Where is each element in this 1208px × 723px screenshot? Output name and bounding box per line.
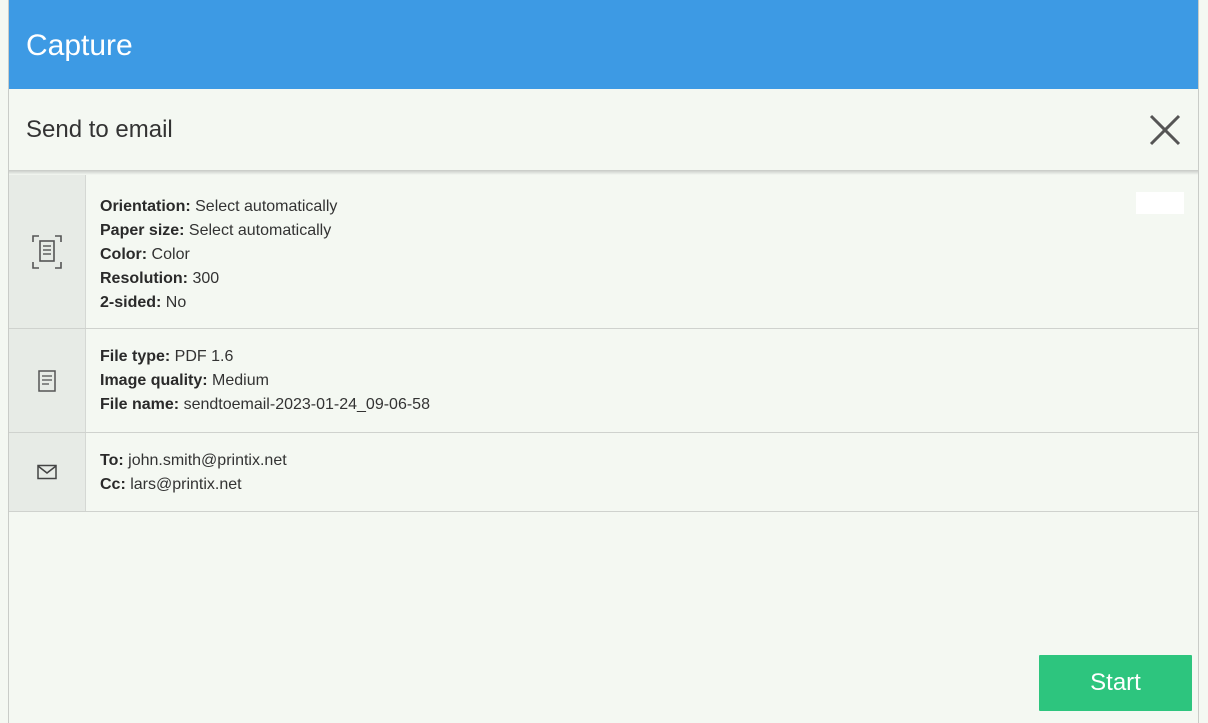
paper-size-label: Paper size: <box>100 222 185 239</box>
color-value: Color <box>147 246 190 263</box>
scan-settings-row[interactable]: Orientation: Select automatically Paper … <box>9 175 1198 329</box>
file-settings-text: File type: PDF 1.6 Image quality: Medium… <box>86 329 430 432</box>
dialog-header: Send to email <box>9 89 1198 170</box>
two-sided-line: 2-sided: No <box>100 291 337 315</box>
image-quality-label: Image quality: <box>100 372 208 389</box>
dialog-title: Send to email <box>26 116 173 143</box>
file-name-line: File name: sendtoemail-2023-01-24_09-06-… <box>100 393 430 417</box>
image-quality-line: Image quality: Medium <box>100 369 430 393</box>
cc-label: Cc: <box>100 476 126 493</box>
file-type-line: File type: PDF 1.6 <box>100 345 430 369</box>
app-title: Capture <box>26 29 133 62</box>
resolution-label: Resolution: <box>100 270 188 287</box>
blank-badge <box>1136 192 1184 214</box>
start-button[interactable]: Start <box>1039 655 1192 711</box>
orientation-line: Orientation: Select automatically <box>100 195 337 219</box>
file-name-value: sendtoemail-2023-01-24_09-06-58 <box>179 396 430 413</box>
email-settings-row[interactable]: To: john.smith@printix.net Cc: lars@prin… <box>9 433 1198 512</box>
close-icon <box>1149 114 1181 146</box>
app-header: Capture <box>9 0 1198 89</box>
cc-line: Cc: lars@printix.net <box>100 473 287 497</box>
email-settings-text: To: john.smith@printix.net Cc: lars@prin… <box>86 433 287 511</box>
file-settings-icon-cell <box>9 329 86 432</box>
scan-settings-icon-cell <box>9 175 86 328</box>
to-label: To: <box>100 452 124 469</box>
capture-window: Capture Send to email Orientation: Selec… <box>8 0 1199 723</box>
file-name-label: File name: <box>100 396 180 413</box>
to-value: john.smith@printix.net <box>123 452 287 469</box>
paper-size-line: Paper size: Select automatically <box>100 219 337 243</box>
cc-value: lars@printix.net <box>125 476 242 493</box>
scan-settings-text: Orientation: Select automatically Paper … <box>86 175 337 328</box>
two-sided-value: No <box>161 294 187 311</box>
file-type-label: File type: <box>100 348 171 365</box>
orientation-value: Select automatically <box>190 198 338 215</box>
resolution-line: Resolution: 300 <box>100 267 337 291</box>
file-type-value: PDF 1.6 <box>170 348 234 365</box>
two-sided-label: 2-sided: <box>100 294 162 311</box>
file-settings-row[interactable]: File type: PDF 1.6 Image quality: Medium… <box>9 329 1198 433</box>
envelope-icon <box>37 464 57 480</box>
document-icon <box>38 369 56 392</box>
paper-size-value: Select automatically <box>184 222 332 239</box>
scan-document-icon <box>32 234 62 269</box>
color-line: Color: Color <box>100 243 337 267</box>
to-line: To: john.smith@printix.net <box>100 449 287 473</box>
close-button[interactable] <box>1145 110 1185 150</box>
color-label: Color: <box>100 246 148 263</box>
email-settings-icon-cell <box>9 433 86 511</box>
orientation-label: Orientation: <box>100 198 191 215</box>
resolution-value: 300 <box>188 270 220 287</box>
image-quality-value: Medium <box>207 372 269 389</box>
